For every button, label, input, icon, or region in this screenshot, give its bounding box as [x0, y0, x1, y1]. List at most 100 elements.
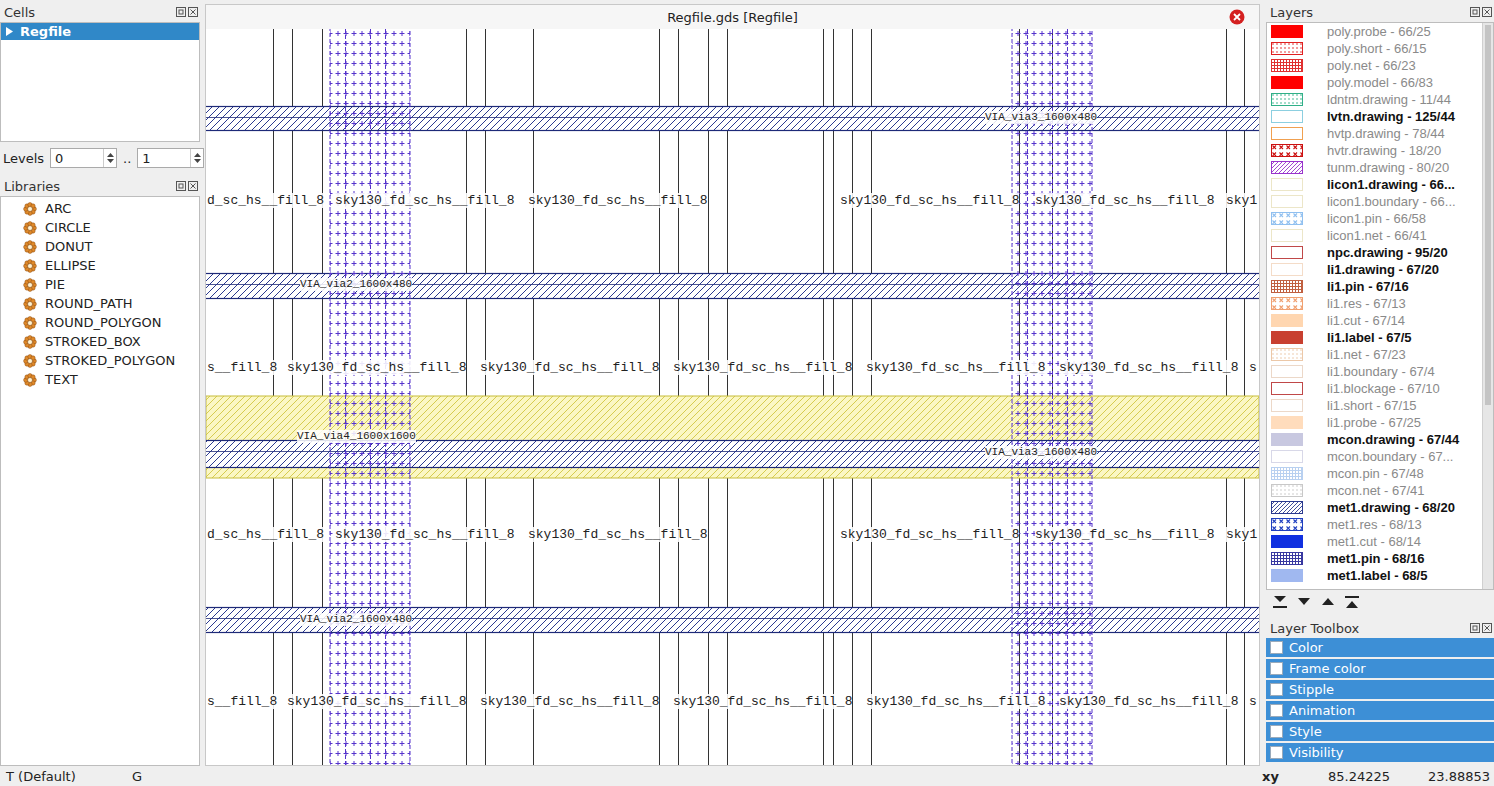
close-icon[interactable] — [1482, 623, 1492, 633]
layer-swatch[interactable] — [1271, 229, 1303, 242]
spin-value[interactable]: 1 — [138, 149, 190, 167]
layer-row[interactable]: met1.cut - 68/14 — [1267, 533, 1482, 550]
spin-value[interactable]: 0 — [51, 149, 103, 167]
layer-swatch[interactable] — [1271, 297, 1303, 310]
close-icon[interactable] — [188, 7, 198, 17]
library-item[interactable]: STROKED_BOX — [1, 332, 199, 351]
layer-swatch[interactable] — [1271, 569, 1303, 582]
toolbox-section[interactable]: Frame color — [1266, 659, 1494, 678]
layer-row[interactable]: poly.model - 66/83 — [1267, 74, 1482, 91]
toolbox-section[interactable]: Animation — [1266, 701, 1494, 720]
layer-swatch[interactable] — [1271, 246, 1303, 259]
library-item[interactable]: TEXT — [1, 370, 199, 389]
layer-swatch[interactable] — [1271, 382, 1303, 395]
layer-swatch[interactable] — [1271, 552, 1303, 565]
toolbox-section[interactable]: Style — [1266, 722, 1494, 741]
layer-swatch[interactable] — [1271, 535, 1303, 548]
layer-swatch[interactable] — [1271, 416, 1303, 429]
layer-row[interactable]: mcon.drawing - 67/44 — [1267, 431, 1482, 448]
library-item[interactable]: ROUND_POLYGON — [1, 313, 199, 332]
layer-row[interactable]: licon1.pin - 66/58 — [1267, 210, 1482, 227]
layer-swatch[interactable] — [1271, 127, 1303, 140]
layer-swatch[interactable] — [1271, 501, 1303, 514]
library-item[interactable]: PIE — [1, 275, 199, 294]
toolbar-button[interactable] — [1294, 593, 1314, 611]
layer-swatch[interactable] — [1271, 93, 1303, 106]
layer-row[interactable]: li1.pin - 67/16 — [1267, 278, 1482, 295]
library-item[interactable]: ARC — [1, 199, 199, 218]
float-icon[interactable] — [176, 7, 186, 17]
close-button[interactable] — [1229, 9, 1245, 25]
toolbox-section[interactable]: Color — [1266, 638, 1494, 657]
layer-swatch[interactable] — [1271, 365, 1303, 378]
layer-swatch[interactable] — [1271, 195, 1303, 208]
layer-row[interactable]: ldntm.drawing - 11/44 — [1267, 91, 1482, 108]
layer-swatch[interactable] — [1271, 331, 1303, 344]
layer-row[interactable]: licon1.net - 66/41 — [1267, 227, 1482, 244]
spin-arrows[interactable] — [190, 149, 203, 167]
layer-row[interactable]: licon1.boundary - 66... — [1267, 193, 1482, 210]
toolbar-button[interactable] — [1270, 593, 1290, 611]
layer-swatch[interactable] — [1271, 178, 1303, 191]
layer-row[interactable]: li1.drawing - 67/20 — [1267, 261, 1482, 278]
layer-swatch[interactable] — [1271, 110, 1303, 123]
layer-row[interactable]: li1.res - 67/13 — [1267, 295, 1482, 312]
layer-row[interactable]: met1.label - 68/5 — [1267, 567, 1482, 584]
layer-row[interactable]: li1.probe - 67/25 — [1267, 414, 1482, 431]
close-icon[interactable] — [188, 181, 198, 191]
layer-row[interactable]: poly.net - 66/23 — [1267, 57, 1482, 74]
layer-swatch[interactable] — [1271, 433, 1303, 446]
toolbar-button[interactable] — [1318, 593, 1338, 611]
section-toggle[interactable] — [1270, 641, 1283, 654]
layer-row[interactable]: li1.label - 67/5 — [1267, 329, 1482, 346]
expand-arrow-icon[interactable] — [5, 27, 14, 36]
library-item[interactable]: STROKED_POLYGON — [1, 351, 199, 370]
layer-swatch[interactable] — [1271, 76, 1303, 89]
layer-row[interactable]: met1.pin - 68/16 — [1267, 550, 1482, 567]
float-icon[interactable] — [176, 181, 186, 191]
float-icon[interactable] — [1470, 623, 1480, 633]
toolbox-section[interactable]: Stipple — [1266, 680, 1494, 699]
layout-canvas[interactable]: VIA_via3_1600x480VIA_via2_1600x480VIA_vi… — [206, 29, 1259, 765]
tree-item[interactable]: Regfile — [1, 23, 199, 40]
layer-swatch[interactable] — [1271, 484, 1303, 497]
layer-row[interactable]: mcon.pin - 67/48 — [1267, 465, 1482, 482]
layer-row[interactable]: hvtr.drawing - 18/20 — [1267, 142, 1482, 159]
scrollbar[interactable] — [1482, 23, 1493, 589]
layer-row[interactable]: poly.probe - 66/25 — [1267, 23, 1482, 40]
layer-row[interactable]: licon1.drawing - 66... — [1267, 176, 1482, 193]
toolbar-button[interactable] — [1342, 593, 1362, 611]
section-toggle[interactable] — [1270, 662, 1283, 675]
library-item[interactable]: ELLIPSE — [1, 256, 199, 275]
layer-row[interactable]: li1.cut - 67/14 — [1267, 312, 1482, 329]
library-item[interactable]: CIRCLE — [1, 218, 199, 237]
layer-row[interactable]: tunm.drawing - 80/20 — [1267, 159, 1482, 176]
scrollbar-thumb[interactable] — [1485, 25, 1491, 405]
layer-row[interactable]: li1.blockage - 67/10 — [1267, 380, 1482, 397]
layer-swatch[interactable] — [1271, 348, 1303, 361]
layer-swatch[interactable] — [1271, 518, 1303, 531]
layer-swatch[interactable] — [1271, 25, 1303, 38]
layer-row[interactable]: met1.res - 68/13 — [1267, 516, 1482, 533]
layer-swatch[interactable] — [1271, 161, 1303, 174]
layer-row[interactable]: met1.drawing - 68/20 — [1267, 499, 1482, 516]
section-toggle[interactable] — [1270, 746, 1283, 759]
section-toggle[interactable] — [1270, 683, 1283, 696]
layer-row[interactable]: hvtp.drawing - 78/44 — [1267, 125, 1482, 142]
layer-row[interactable]: npc.drawing - 95/20 — [1267, 244, 1482, 261]
float-icon[interactable] — [1470, 7, 1480, 17]
level-to-spinbox[interactable]: 1 — [137, 148, 204, 168]
section-toggle[interactable] — [1270, 704, 1283, 717]
layer-swatch[interactable] — [1271, 314, 1303, 327]
toolbox-section[interactable]: Visibility — [1266, 743, 1494, 762]
layer-swatch[interactable] — [1271, 450, 1303, 463]
layer-row[interactable]: poly.short - 66/15 — [1267, 40, 1482, 57]
layer-swatch[interactable] — [1271, 263, 1303, 276]
spin-arrows[interactable] — [103, 149, 116, 167]
level-from-spinbox[interactable]: 0 — [50, 148, 117, 168]
layer-swatch[interactable] — [1271, 144, 1303, 157]
layer-row[interactable]: li1.short - 67/15 — [1267, 397, 1482, 414]
layer-row[interactable]: li1.net - 67/23 — [1267, 346, 1482, 363]
layer-swatch[interactable] — [1271, 42, 1303, 55]
layer-swatch[interactable] — [1271, 212, 1303, 225]
